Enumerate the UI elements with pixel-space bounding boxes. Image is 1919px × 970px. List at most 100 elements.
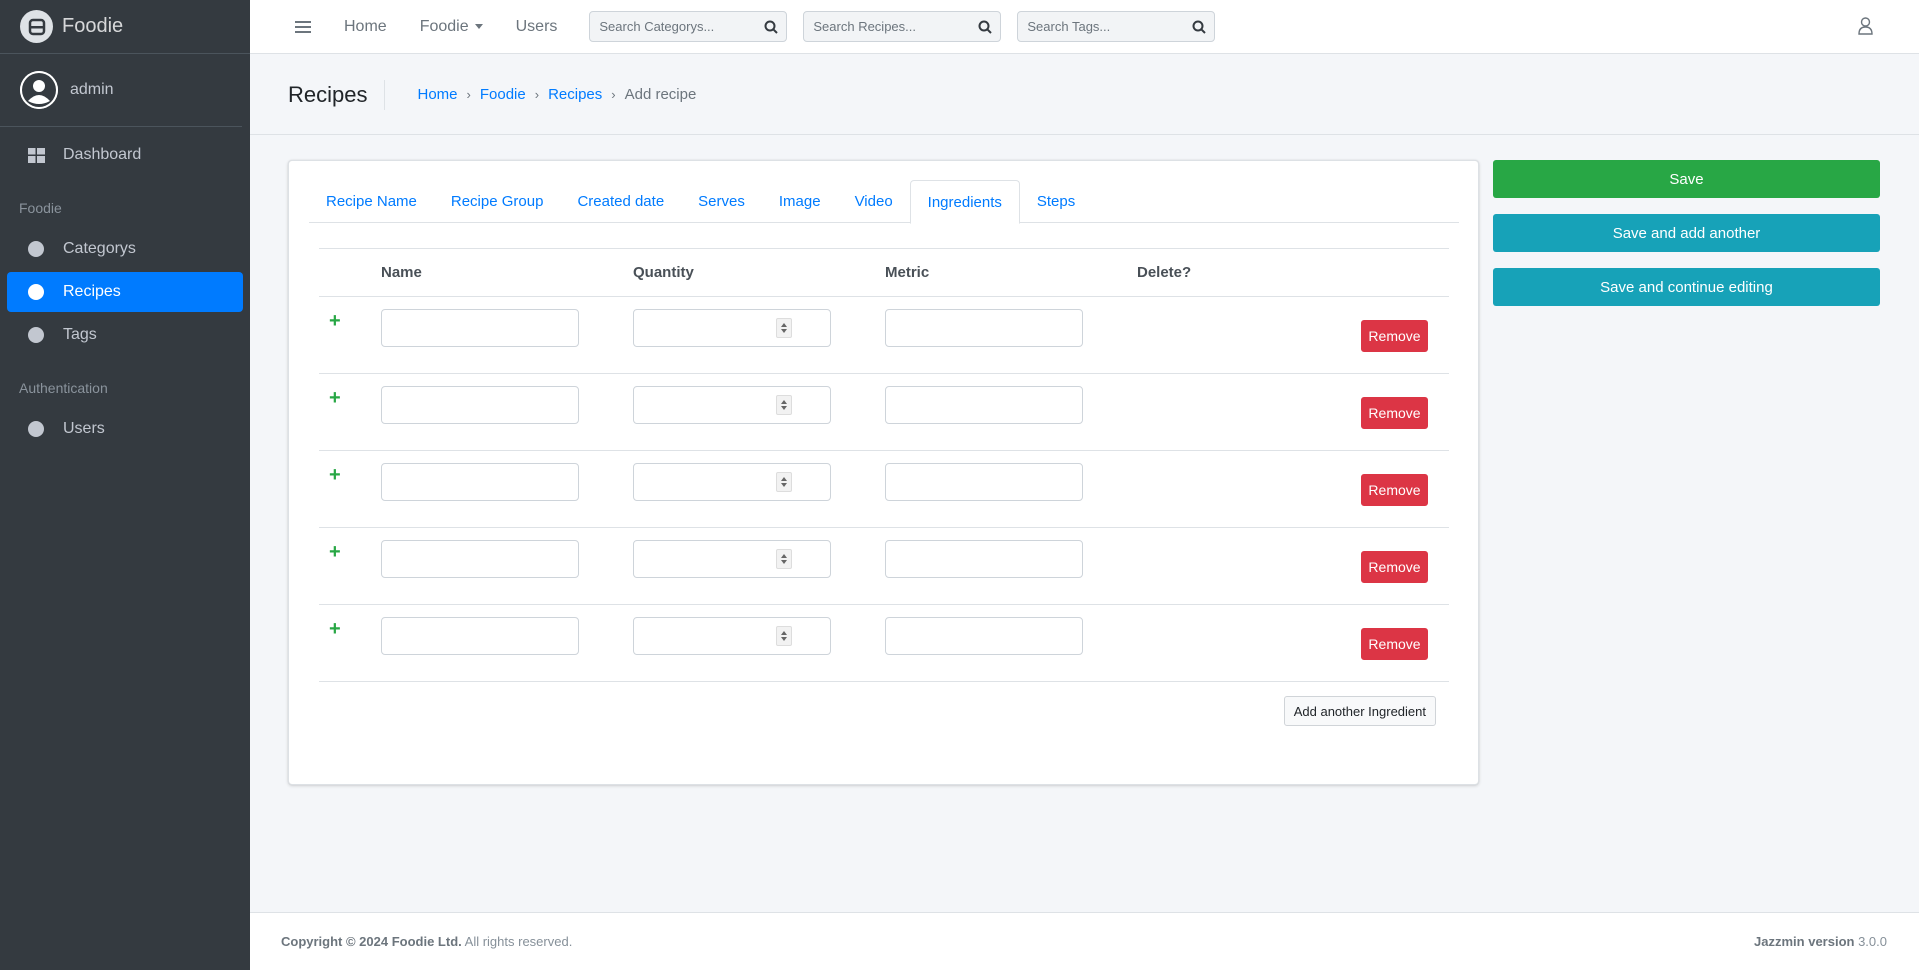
ingredient-quantity-input[interactable] [633, 309, 831, 347]
remove-button[interactable]: Remove [1361, 397, 1428, 429]
breadcrumb-home[interactable]: Home [417, 86, 457, 103]
ingredient-metric-input[interactable] [885, 540, 1083, 578]
plus-icon[interactable]: + [329, 542, 341, 562]
circle-icon [27, 421, 45, 437]
sidebar-item-label: Dashboard [63, 146, 142, 163]
quantity-stepper-icon[interactable] [776, 318, 792, 338]
ingredient-quantity-input[interactable] [633, 540, 831, 578]
footer-copyright: Copyright © 2024 Foodie Ltd. All rights … [281, 934, 572, 949]
tab-ingredients[interactable]: Ingredients [909, 180, 1020, 224]
search-categorys [589, 11, 788, 42]
ingredient-name-input[interactable] [381, 386, 579, 424]
brand-logo-icon [20, 10, 53, 43]
remove-button[interactable]: Remove [1361, 320, 1428, 352]
tab-image[interactable]: Image [762, 180, 838, 223]
plus-icon[interactable]: + [329, 465, 341, 485]
sidebar-item-dashboard[interactable]: Dashboard [7, 135, 243, 175]
tab-recipe-group[interactable]: Recipe Group [434, 180, 561, 223]
ingredient-metric-input[interactable] [885, 617, 1083, 655]
breadcrumb-recipes[interactable]: Recipes [548, 86, 602, 103]
form-tabs: Recipe Name Recipe Group Created date Se… [309, 180, 1459, 224]
breadcrumb-separator-icon: › [534, 87, 540, 102]
submit-actions: Save Save and add another Save and conti… [1493, 160, 1880, 322]
breadcrumb-foodie[interactable]: Foodie [480, 86, 526, 103]
user-avatar-icon [20, 71, 58, 109]
ingredient-metric-input[interactable] [885, 386, 1083, 424]
content-header: Recipes Home › Foodie › Recipes › Add re… [250, 55, 1919, 135]
table-row: + Remove [319, 528, 1449, 605]
ingredients-table: Name Quantity Metric Delete? + Remove + Rem… [319, 248, 1449, 682]
ingredient-metric-input[interactable] [885, 309, 1083, 347]
user-menu-icon[interactable] [1858, 17, 1873, 39]
add-another-ingredient-button[interactable]: Add another Ingredient [1283, 696, 1436, 726]
save-and-add-another-button[interactable]: Save and add another [1493, 214, 1880, 252]
quantity-stepper-icon[interactable] [776, 395, 792, 415]
table-row: + Remove [319, 605, 1449, 682]
breadcrumb-separator-icon: › [466, 87, 471, 102]
search-recipes-input[interactable] [804, 19, 971, 34]
user-panel[interactable]: admin [0, 54, 242, 127]
sidebar-item-label: Categorys [63, 240, 136, 257]
save-button[interactable]: Save [1493, 160, 1880, 198]
nav-link-users[interactable]: Users [516, 18, 558, 36]
footer-version-label: Jazzmin version [1754, 934, 1855, 949]
table-row: + Remove [319, 374, 1449, 451]
footer: Copyright © 2024 Foodie Ltd. All rights … [250, 912, 1919, 970]
footer-copyright-rights: All rights reserved. [461, 934, 573, 949]
footer-version: Jazzmin version 3.0.0 [1754, 934, 1887, 949]
nav-dropdown-label: Foodie [419, 17, 469, 35]
column-header-delete: Delete? [1137, 264, 1192, 281]
sidebar: Foodie admin Dashboard Foodie Categorys … [0, 0, 250, 970]
remove-button[interactable]: Remove [1361, 474, 1428, 506]
recipe-form-card: Recipe Name Recipe Group Created date Se… [288, 160, 1479, 785]
column-header-quantity: Quantity [633, 264, 694, 281]
sidebar-item-label: Recipes [63, 283, 121, 300]
top-navbar: Home Foodie Users [250, 0, 1919, 54]
search-recipes [803, 11, 1002, 42]
sidebar-item-users[interactable]: Users [7, 409, 243, 449]
sidebar-item-tags[interactable]: Tags [7, 315, 243, 355]
plus-icon[interactable]: + [329, 619, 341, 639]
quantity-stepper-icon[interactable] [776, 626, 792, 646]
breadcrumb-separator-icon: › [611, 87, 616, 102]
ingredient-name-input[interactable] [381, 463, 579, 501]
tab-steps[interactable]: Steps [1020, 180, 1092, 223]
quantity-stepper-icon[interactable] [776, 549, 792, 569]
sidebar-item-recipes[interactable]: Recipes [7, 272, 243, 312]
sidebar-item-categorys[interactable]: Categorys [7, 229, 243, 269]
search-categorys-input[interactable] [590, 19, 757, 34]
tab-created-date[interactable]: Created date [560, 180, 681, 223]
search-icon[interactable] [1184, 20, 1214, 34]
save-and-continue-editing-button[interactable]: Save and continue editing [1493, 268, 1880, 306]
ingredient-quantity-input[interactable] [633, 386, 831, 424]
search-icon[interactable] [970, 20, 1000, 34]
search-tags-input[interactable] [1018, 19, 1185, 34]
quantity-stepper-icon[interactable] [776, 472, 792, 492]
ingredient-name-input[interactable] [381, 617, 579, 655]
brand-name: Foodie [62, 15, 124, 37]
nav-dropdown-foodie[interactable]: Foodie [420, 18, 483, 36]
ingredient-quantity-input[interactable] [633, 617, 831, 655]
remove-button[interactable]: Remove [1361, 628, 1428, 660]
plus-icon[interactable]: + [329, 311, 341, 331]
brand-link[interactable]: Foodie [0, 0, 250, 54]
user-name: admin [70, 81, 114, 98]
circle-icon [27, 241, 45, 257]
plus-icon[interactable]: + [329, 388, 341, 408]
tab-serves[interactable]: Serves [681, 180, 762, 223]
hamburger-menu-icon[interactable] [295, 20, 311, 33]
ingredient-quantity-input[interactable] [633, 463, 831, 501]
sidebar-section-authentication: Authentication [19, 380, 108, 396]
tab-recipe-name[interactable]: Recipe Name [309, 180, 434, 223]
ingredient-metric-input[interactable] [885, 463, 1083, 501]
sidebar-section-foodie: Foodie [19, 200, 62, 216]
ingredient-name-input[interactable] [381, 540, 579, 578]
remove-button[interactable]: Remove [1361, 551, 1428, 583]
search-tags [1017, 11, 1216, 42]
sidebar-item-label: Tags [63, 326, 97, 343]
tab-video[interactable]: Video [838, 180, 910, 223]
ingredient-name-input[interactable] [381, 309, 579, 347]
nav-link-home[interactable]: Home [344, 18, 387, 36]
search-icon[interactable] [756, 20, 786, 34]
table-row: + Remove [319, 451, 1449, 528]
